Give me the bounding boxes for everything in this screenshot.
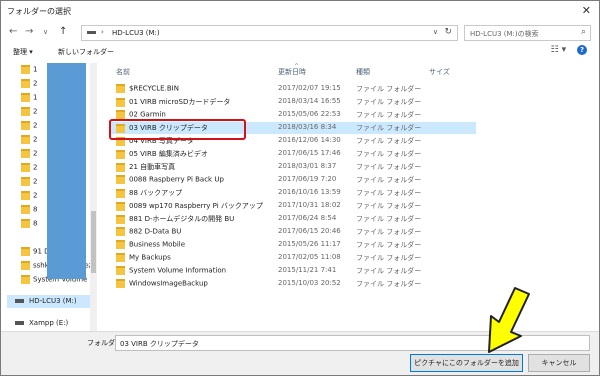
file-row[interactable]: 0088 Raspberry Pi Back Up 2017/06/19 7:20… [111,174,476,186]
folder-icon [116,227,125,236]
folder-icon [21,163,30,172]
title-bar: フォルダーの選択 ✕ [1,1,599,21]
arrow-annotation-icon [488,287,530,353]
folder-icon [116,149,125,159]
folder-icon [21,135,30,144]
file-row[interactable]: 882 D-Data BU 2017/06/15 20:46 ファイル フォルダー [111,226,476,238]
folder-icon [21,247,30,256]
file-row[interactable]: 88 バックアップ 2016/10/16 13:59 ファイル フォルダー [111,187,476,199]
file-row[interactable]: 21 自動車写真 2018/03/01 8:37 ファイル フォルダー [111,161,476,173]
column-headers: 名前 更新日時 種類 サイズ [111,65,591,79]
chevron-down-icon[interactable]: ∨ [43,28,48,36]
folder-icon [21,107,30,116]
column-date[interactable]: 更新日時 [278,67,306,77]
folder-name-value: 03 VIRB クリップデータ [120,340,199,348]
folder-icon [21,79,30,88]
drive-icon [15,299,24,303]
folder-icon [116,188,125,198]
folder-icon [21,93,30,102]
search-placeholder: HD-LCU3 (M:)の検索 [470,30,539,38]
column-type[interactable]: 種類 [356,67,370,77]
folder-icon [21,261,30,270]
file-row[interactable]: $RECYCLE.BIN 2017/02/07 19:15 ファイル フォルダー [111,83,476,95]
folder-icon [21,191,30,200]
folder-icon [116,201,125,211]
scrollbar-thumb[interactable] [91,211,96,273]
search-input[interactable]: HD-LCU3 (M:)の検索 ⌕ [464,25,591,41]
folder-icon [116,84,125,93]
close-icon[interactable]: ✕ [582,4,591,17]
drive-icon [15,321,24,325]
chevron-right-icon: › [101,28,104,36]
new-folder-button[interactable]: 新しいフォルダー [58,47,114,57]
folder-icon [116,266,125,275]
navigation-bar: ← → ∨ ↑ › HD-LCU3 (M:) ∨ ↻ HD-LCU3 (M:)の… [1,23,599,43]
file-row[interactable]: 0089 wp170 Raspberry Pi バックアップ 2017/10/31… [111,200,476,212]
folder-icon [21,177,30,186]
help-icon[interactable]: ? [577,45,587,55]
folder-icon [116,97,125,107]
up-icon[interactable]: ↑ [59,26,67,37]
folder-select-dialog: フォルダーの選択 ✕ ← → ∨ ↑ › HD-LCU3 (M:) ∨ ↻ HD… [0,0,600,376]
column-name[interactable]: 名前 [116,67,130,77]
navigation-pane: 1 2 1 2 2 2 2 2 2 2 8 8 91 Download & ss… [1,63,97,331]
file-row[interactable]: WindowsImageBackup 2015/10/03 20:52 ファイル フ… [111,278,476,290]
nav-pane-scrollbar[interactable] [90,63,97,331]
folder-icon [21,149,30,158]
view-options-icon[interactable]: ☷ ▾ [551,45,566,55]
nav-drive-xampp[interactable]: Xampp (E:) [7,317,95,330]
file-row[interactable]: 01 VIRB microSDカードデータ 2018/03/14 16:55 ファイ… [111,96,476,108]
search-icon[interactable]: ⌕ [581,27,586,37]
window-title: フォルダーの選択 [7,7,71,16]
folder-icon [116,253,125,262]
folder-icon [21,121,30,130]
folder-icon [116,162,125,172]
file-row[interactable]: My Backups 2017/02/05 11:08 ファイル フォルダー [111,252,476,264]
organize-button[interactable]: 整理 ▾ [13,47,33,57]
folder-icon [21,65,30,74]
address-dropdown-icon[interactable]: ∨ [433,28,438,36]
forward-icon[interactable]: → [25,26,33,37]
file-row[interactable]: System Volume Information 2015/11/21 7:41… [111,265,476,277]
address-bar[interactable]: › HD-LCU3 (M:) ∨ ↻ [81,25,458,41]
nav-drive-hd-lcu3[interactable]: HD-LCU3 (M:) [7,295,95,308]
file-row[interactable]: Business Mobile 2015/05/26 11:17 ファイル フォルダ… [111,239,476,251]
toolbar: 整理 ▾ 新しいフォルダー ☷ ▾ ? [1,44,599,62]
highlight-annotation [109,119,246,140]
refresh-icon[interactable]: ↻ [444,27,452,37]
toolbar-right: ☷ ▾ ? [543,45,587,55]
folder-icon [116,240,125,249]
redaction-block [47,63,86,279]
drive-icon [87,31,96,34]
folder-icon [21,219,30,228]
folder-icon [21,275,30,284]
file-row[interactable]: 881 D-ホームデジタルの開発 BU 2017/06/24 8:54 ファイル フ… [111,213,476,225]
folder-icon [116,214,125,224]
address-path[interactable]: HD-LCU3 (M:) [112,29,160,37]
folder-icon [116,279,125,288]
folder-icon [21,205,30,214]
folder-icon [116,110,125,119]
file-row[interactable]: 05 VIRB 編集済みビデオ 2017/06/15 17:46 ファイル フォルダ… [111,148,476,160]
back-icon[interactable]: ← [9,26,17,37]
column-size[interactable]: サイズ [429,67,450,77]
folder-icon [116,175,125,184]
